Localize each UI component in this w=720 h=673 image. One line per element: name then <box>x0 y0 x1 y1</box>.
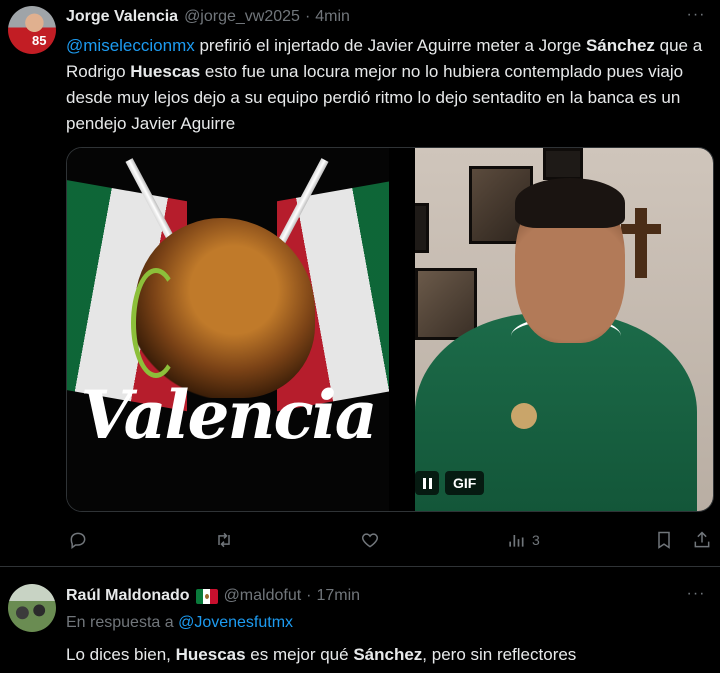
like-icon <box>361 533 379 548</box>
tweet-text: @miseleccionmx prefirió el injertado de … <box>66 33 706 137</box>
bookmark-button[interactable] <box>654 528 674 552</box>
text-part: , pero sin reflectores <box>422 645 577 664</box>
share-button[interactable] <box>692 528 712 552</box>
media-gap <box>389 148 415 511</box>
tweet[interactable]: Raúl Maldonado @maldofut · 17min ··· En … <box>0 567 720 673</box>
tweet-time[interactable]: 4min <box>315 8 350 26</box>
wall-frame <box>415 268 477 340</box>
text-bold: Sánchez <box>585 36 655 55</box>
views-icon <box>509 535 524 547</box>
gif-controls: GIF <box>415 471 485 495</box>
reply-button[interactable] <box>68 528 88 552</box>
wall-frame <box>543 148 583 180</box>
mexico-flag-icon <box>195 588 218 604</box>
text-part: Lo dices bien, <box>66 645 176 664</box>
more-icon[interactable]: ··· <box>686 7 706 28</box>
reply-prefix: En respuesta a <box>66 614 179 631</box>
gif-badge: GIF <box>445 471 485 495</box>
image-caption-text: Valencia <box>80 376 378 454</box>
avatar-jersey-number: 85 <box>32 33 47 48</box>
views-button[interactable]: 3 <box>506 528 540 552</box>
tweet-time[interactable]: 17min <box>317 587 361 605</box>
text-bold: Huescas <box>175 645 246 664</box>
avatar[interactable] <box>8 584 56 632</box>
separator-dot: · <box>306 587 312 604</box>
author-handle[interactable]: @jorge_vw2025 <box>184 8 300 26</box>
like-button[interactable] <box>360 528 380 552</box>
person-hair <box>515 178 625 228</box>
text-part: prefirió el injertado de Javier Aguirre … <box>194 36 586 55</box>
tweet-actions: 3 <box>66 528 712 552</box>
media-grid: Valencia GIF <box>66 147 714 512</box>
reply-to-link[interactable]: @Jovenesfutmx <box>178 614 293 631</box>
tweet-header: Jorge Valencia @jorge_vw2025 · 4min <box>66 6 350 28</box>
reply-context: En respuesta a @Jovenesfutmx <box>66 614 293 632</box>
media-image-valencia[interactable]: Valencia <box>67 148 389 511</box>
media-gif[interactable]: GIF <box>415 148 713 511</box>
tweet[interactable]: 85 Jorge Valencia @jorge_vw2025 · 4min ·… <box>0 0 720 566</box>
text-bold: Huescas <box>130 62 201 81</box>
mention-link[interactable]: @miseleccionmx <box>66 36 195 55</box>
author-handle[interactable]: @maldofut <box>224 587 302 605</box>
author-name[interactable]: Raúl Maldonado <box>66 587 190 605</box>
tweet-text: Lo dices bien, Huescas es mejor qué Sánc… <box>66 642 706 668</box>
tweet-header: Raúl Maldonado @maldofut · 17min <box>66 585 360 607</box>
more-icon[interactable]: ··· <box>686 586 706 607</box>
avatar[interactable]: 85 <box>8 6 56 54</box>
pause-icon[interactable] <box>415 471 439 495</box>
snake-graphic <box>131 268 181 378</box>
text-part: es mejor qué <box>245 645 354 664</box>
retweet-button[interactable] <box>214 528 234 552</box>
author-name[interactable]: Jorge Valencia <box>66 8 178 26</box>
crucifix <box>621 208 661 278</box>
views-count: 3 <box>532 532 540 548</box>
reply-icon <box>70 532 86 549</box>
separator-dot: · <box>304 8 311 25</box>
text-bold: Sánchez <box>353 645 423 664</box>
share-icon <box>694 531 710 548</box>
wall-frame <box>415 203 429 253</box>
retweet-icon <box>218 532 230 548</box>
bookmark-icon <box>658 531 670 549</box>
shirt-crest <box>511 403 537 429</box>
